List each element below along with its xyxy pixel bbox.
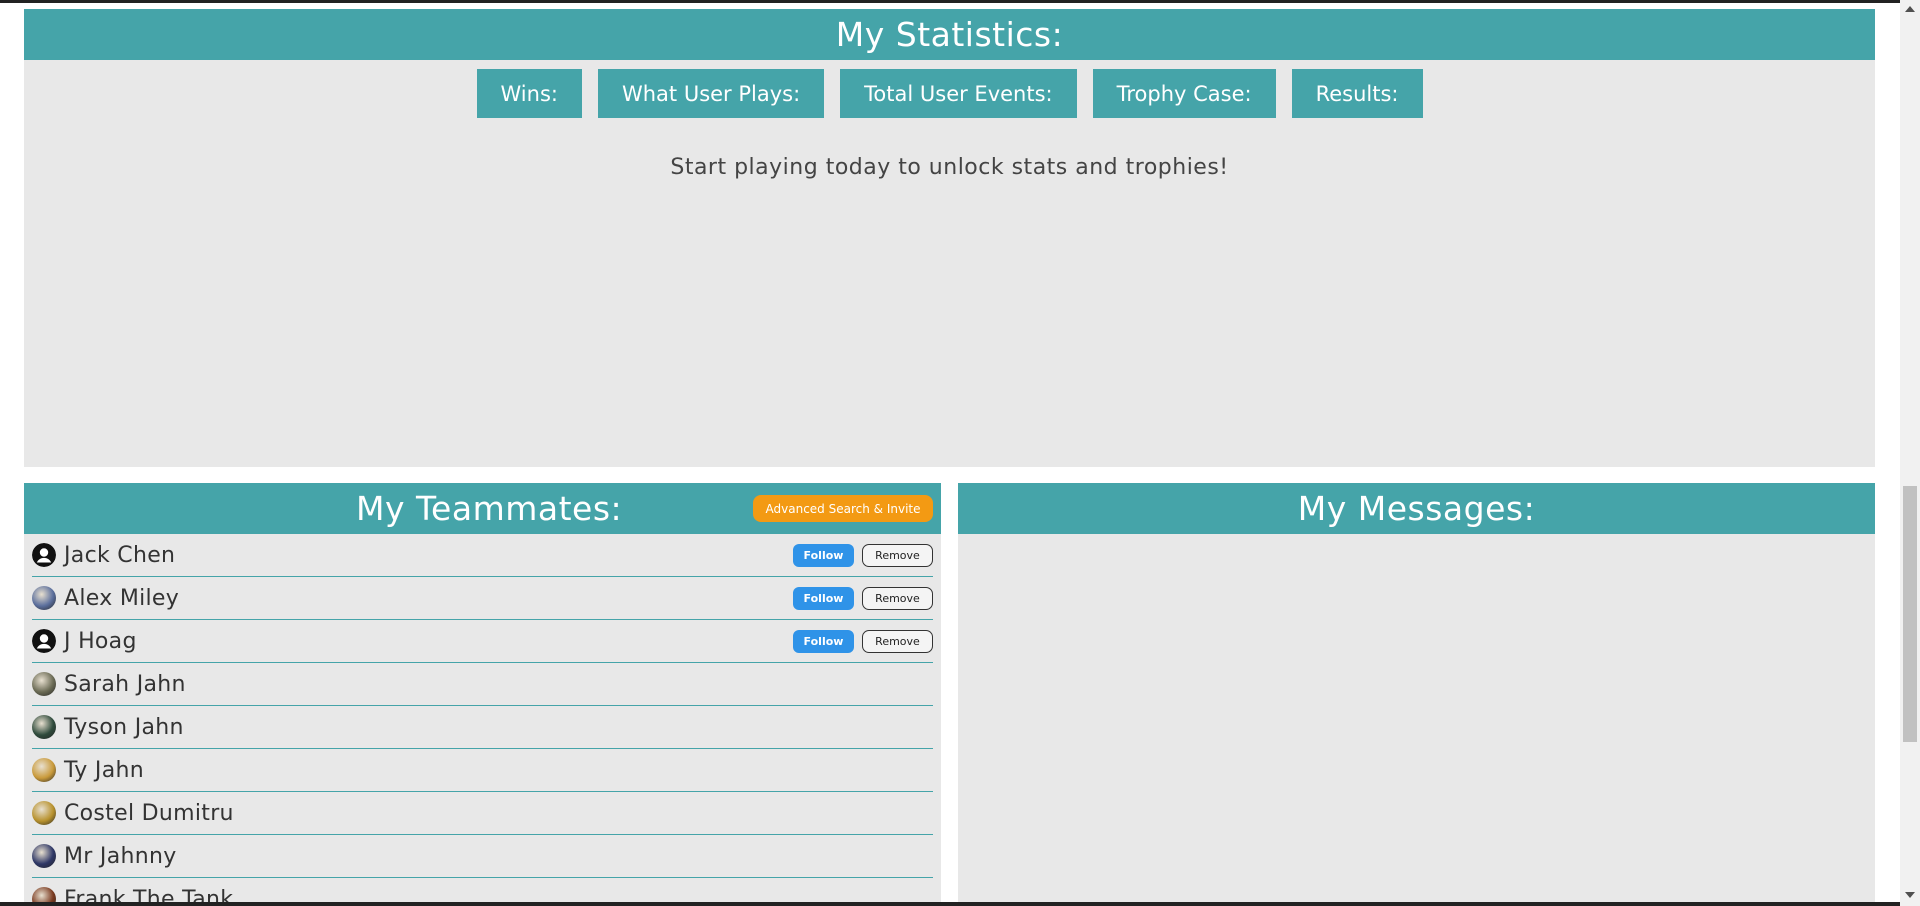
teammates-panel: My Teammates: Advanced Search & Invite J… (24, 483, 941, 906)
teammate-name[interactable]: J Hoag (64, 629, 137, 654)
tab-wins[interactable]: Wins: (476, 69, 582, 118)
window-top-edge (0, 0, 1900, 3)
follow-button[interactable]: Follow (793, 587, 854, 610)
default-user-icon (32, 629, 56, 653)
tab-what-user-plays[interactable]: What User Plays: (597, 69, 825, 118)
statistics-header: My Statistics: (24, 9, 1875, 60)
tab-trophy-case[interactable]: Trophy Case: (1092, 69, 1276, 118)
advanced-search-invite-button[interactable]: Advanced Search & Invite (753, 495, 933, 522)
teammate-row[interactable]: Alex Miley Follow Remove (32, 577, 933, 620)
teammate-name[interactable]: Jack Chen (64, 543, 175, 568)
teammate-name[interactable]: Costel Dumitru (64, 801, 234, 826)
user-photo-avatar (32, 672, 56, 696)
page-scrollbar[interactable] (1900, 0, 1920, 906)
teammate-actions: Follow Remove (793, 544, 933, 567)
teammate-row[interactable]: Costel Dumitru (32, 792, 933, 835)
statistics-panel: My Statistics: Wins: What User Plays: To… (24, 9, 1875, 467)
remove-button[interactable]: Remove (862, 630, 933, 653)
teammates-header: My Teammates: Advanced Search & Invite (24, 483, 941, 534)
teammates-title: My Teammates: (356, 489, 623, 528)
teammate-row[interactable]: Tyson Jahn (32, 706, 933, 749)
teammate-row[interactable]: Jack Chen Follow Remove (32, 534, 933, 577)
user-photo-avatar (32, 758, 56, 782)
teammate-row[interactable]: Ty Jahn (32, 749, 933, 792)
teammate-row[interactable]: Mr Jahnny (32, 835, 933, 878)
user-photo-avatar (32, 586, 56, 610)
teammate-name[interactable]: Alex Miley (64, 586, 179, 611)
teammates-list: Jack Chen Follow Remove Alex Miley Follow Rem… (24, 534, 941, 906)
teammate-name[interactable]: Tyson Jahn (64, 715, 184, 740)
user-photo-avatar (32, 844, 56, 868)
scroll-thumb[interactable] (1903, 486, 1917, 742)
teammate-name[interactable]: Ty Jahn (64, 758, 144, 783)
teammate-row[interactable]: Sarah Jahn (32, 663, 933, 706)
follow-button[interactable]: Follow (793, 544, 854, 567)
messages-panel: My Messages: (958, 483, 1875, 906)
user-photo-avatar (32, 801, 56, 825)
statistics-tabs: Wins: What User Plays: Total User Events… (24, 69, 1875, 118)
messages-header: My Messages: (958, 483, 1875, 534)
scroll-down-arrow-icon[interactable] (1905, 892, 1915, 898)
user-photo-avatar (32, 715, 56, 739)
teammate-name[interactable]: Sarah Jahn (64, 672, 186, 697)
teammate-row[interactable]: J Hoag Follow Remove (32, 620, 933, 663)
remove-button[interactable]: Remove (862, 544, 933, 567)
teammate-name[interactable]: Mr Jahnny (64, 844, 177, 869)
teammate-actions: Follow Remove (793, 587, 933, 610)
statistics-title: My Statistics: (835, 15, 1064, 54)
tab-total-user-events[interactable]: Total User Events: (840, 69, 1077, 118)
remove-button[interactable]: Remove (862, 587, 933, 610)
scroll-up-arrow-icon[interactable] (1905, 6, 1915, 12)
messages-title: My Messages: (1297, 489, 1536, 528)
follow-button[interactable]: Follow (793, 630, 854, 653)
window-bottom-edge (0, 902, 1900, 906)
default-user-icon (32, 543, 56, 567)
statistics-empty-message: Start playing today to unlock stats and … (670, 155, 1229, 180)
teammate-actions: Follow Remove (793, 630, 933, 653)
tab-results[interactable]: Results: (1291, 69, 1423, 118)
